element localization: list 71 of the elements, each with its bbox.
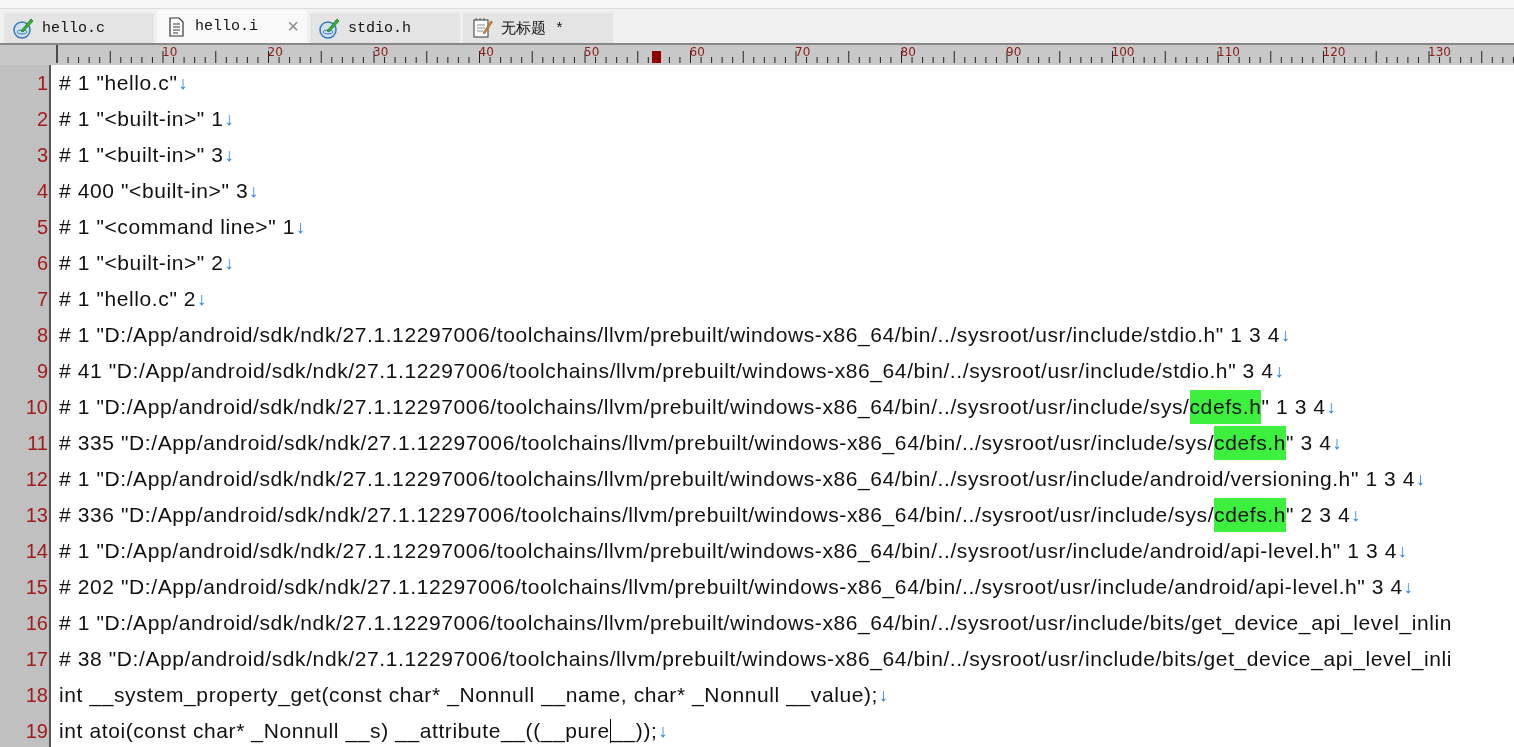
line-end-mark: ↓ <box>224 252 235 274</box>
line-end-mark: ↓ <box>879 684 889 706</box>
code-text: # 1 "hello.c" <box>59 71 178 95</box>
line-number: 14 <box>0 533 51 569</box>
line-end-mark: ↓ <box>1398 540 1408 562</box>
line-number: 9 <box>0 353 51 389</box>
search-match: cdefs.h <box>1214 426 1286 460</box>
file-tab[interactable]: 无标题 * <box>463 13 613 43</box>
line-end-mark: ↓ <box>224 144 235 166</box>
search-match: cdefs.h <box>1214 498 1286 532</box>
line-number: 2 <box>0 101 51 137</box>
line-end-mark: ↓ <box>197 288 207 310</box>
code-text: # 1 "<built-in>" 1 <box>59 107 224 131</box>
line-end-mark: ↓ <box>295 216 306 238</box>
code-text: " 3 4 <box>1286 431 1332 455</box>
file-tab[interactable]: hello.c <box>4 13 154 43</box>
code-text: # 41 "D:/App/android/sdk/ndk/27.1.12297006/toolchains/llvm/prebuilt/windows-x86_64/bin/../sysroot/usr/include/stdio.h" 3 4 <box>59 359 1274 383</box>
line-number: 1 <box>0 65 51 101</box>
line-number: 16 <box>0 605 51 641</box>
file-tab[interactable]: stdio.h <box>310 13 460 43</box>
line-number: 5 <box>0 209 51 245</box>
line-end-mark: ↓ <box>658 720 669 742</box>
line-end-mark: ↓ <box>1351 504 1361 526</box>
code-text: # 1 "<built-in>" 2 <box>59 251 224 275</box>
file-tab[interactable]: hello.i × <box>157 10 307 43</box>
line-number: 10 <box>0 389 51 425</box>
code-text: # 335 "D:/App/android/sdk/ndk/27.1.12297006/toolchains/llvm/prebuilt/windows-x86_64/bin/../sysroot/usr/include/sys/ <box>59 431 1215 455</box>
pen-globe-icon <box>318 17 340 39</box>
code-text: # 38 "D:/App/android/sdk/ndk/27.1.12297006/toolchains/llvm/prebuilt/windows-x86_64/bin/../sysroot/usr/include/bits/get_device_api_level_inli <box>59 647 1453 671</box>
line-end-mark: ↓ <box>1403 576 1414 598</box>
code-text: # 1 "D:/App/android/sdk/ndk/27.1.12297006/toolchains/llvm/prebuilt/windows-x86_64/bin/../sysroot/usr/include/android/api-level.h" 1 3 4 <box>59 539 1397 563</box>
code-text: # 1 "D:/App/android/sdk/ndk/27.1.12297006/toolchains/llvm/prebuilt/windows-x86_64/bin/../sysroot/usr/include/stdio.h" 1 3 4 <box>59 323 1281 347</box>
code-text: # 1 "<built-in>" 3 <box>59 143 224 167</box>
line-number: 8 <box>0 317 51 353</box>
code-text: int atoi(const char* _Nonnull __s) __attribute__((__pure <box>59 719 610 743</box>
line-end-mark: ↓ <box>1281 324 1291 346</box>
code-text: # 1 "hello.c" 2 <box>59 287 197 311</box>
code-text: # 1 "D:/App/android/sdk/ndk/27.1.12297006/toolchains/llvm/prebuilt/windows-x86_64/bin/../sysroot/usr/include/android/versioning.h" 1 3 4 <box>59 467 1416 491</box>
line-number: 17 <box>0 641 51 677</box>
line-number: 6 <box>0 245 51 281</box>
code-text: int __system_property_get(const char* _Nonnull __name, char* _Nonnull __value); <box>59 683 878 707</box>
code-text: " 2 3 4 <box>1286 503 1351 527</box>
line-number: 11 <box>0 425 51 461</box>
line-number: 12 <box>0 461 51 497</box>
line-end-mark: ↓ <box>249 180 259 202</box>
code-text: " 1 3 4 <box>1261 395 1326 419</box>
column-ruler: 10 20 30 40 50 60 70 80 90 100 110 120 130 <box>0 45 1514 63</box>
notepad-icon <box>471 17 493 39</box>
code-text: # 400 "<built-in>" 3 <box>59 179 249 203</box>
line-end-mark: ↓ <box>1332 432 1343 454</box>
line-number: 15 <box>0 569 51 605</box>
line-end-mark: ↓ <box>1326 396 1337 418</box>
line-number: 19 <box>0 713 51 747</box>
line-end-mark: ↓ <box>1274 360 1285 382</box>
line-number: 7 <box>0 281 51 317</box>
code-text: __)); <box>611 719 658 743</box>
text-cursor <box>609 719 612 743</box>
line-number: 4 <box>0 173 51 209</box>
line-end-mark: ↓ <box>178 72 189 94</box>
pen-globe-icon <box>12 17 34 39</box>
line-number: 13 <box>0 497 51 533</box>
code-text: # 202 "D:/App/android/sdk/ndk/27.1.12297006/toolchains/llvm/prebuilt/windows-x86_64/bin/../sysroot/usr/include/android/api-level.h" 3 4 <box>59 575 1403 599</box>
line-number: 18 <box>0 677 51 713</box>
line-end-mark: ↓ <box>224 108 235 130</box>
line-number: 3 <box>0 137 51 173</box>
code-text: # 1 "D:/App/android/sdk/ndk/27.1.12297006/toolchains/llvm/prebuilt/windows-x86_64/bin/../sysroot/usr/include/bits/get_device_api_level_inlin <box>59 611 1453 635</box>
search-match: cdefs.h <box>1189 390 1262 424</box>
line-end-mark: ↓ <box>1416 468 1426 490</box>
code-text: # 336 "D:/App/android/sdk/ndk/27.1.12297006/toolchains/llvm/prebuilt/windows-x86_64/bin/../sysroot/usr/include/sys/ <box>59 503 1215 527</box>
code-text: # 1 "D:/App/android/sdk/ndk/27.1.12297006/toolchains/llvm/prebuilt/windows-x86_64/bin/../sysroot/usr/include/sys/ <box>59 395 1190 419</box>
code-text: # 1 "<command line>" 1 <box>59 215 295 239</box>
